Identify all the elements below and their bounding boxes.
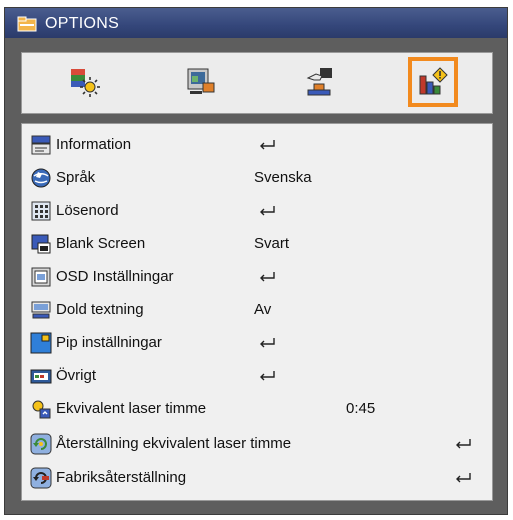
screen-picture-icon bbox=[187, 68, 215, 94]
menu-item-label: Blank Screen bbox=[56, 235, 146, 252]
menu-item-aterstallning-laser-timme[interactable]: Återställning ekvivalent laser timme bbox=[22, 429, 492, 459]
enter-icon bbox=[456, 473, 471, 483]
sun-picture-icon bbox=[71, 69, 100, 97]
display-settings-tab[interactable] bbox=[176, 57, 226, 107]
menu-item-value: Svenska bbox=[254, 169, 312, 186]
blank-screen-icon bbox=[31, 234, 51, 254]
title-bar: OPTIONS bbox=[5, 8, 507, 38]
menu-item-information[interactable]: Information bbox=[22, 130, 492, 160]
menu-item-label: Övrigt bbox=[56, 367, 97, 384]
hand-setup-icon bbox=[306, 68, 332, 96]
options-menu-window: OPTIONS Information Språk Svenska Löseno… bbox=[4, 7, 508, 515]
closed-caption-icon bbox=[31, 301, 51, 319]
globe-icon bbox=[31, 168, 51, 188]
enter-icon bbox=[260, 206, 275, 216]
menu-item-losenord[interactable]: Lösenord bbox=[22, 196, 492, 226]
page-title: OPTIONS bbox=[45, 15, 120, 32]
menu-item-blank-screen[interactable]: Blank Screen Svart bbox=[22, 229, 492, 259]
factory-reset-icon bbox=[30, 467, 52, 489]
other-settings-icon bbox=[30, 369, 52, 384]
reset-laser-icon bbox=[30, 433, 52, 455]
menu-item-ekvivalent-laser-timme: Ekvivalent laser timme 0:45 bbox=[22, 394, 492, 424]
enter-icon bbox=[260, 338, 275, 348]
osd-settings-icon bbox=[31, 267, 51, 287]
enter-icon bbox=[260, 371, 275, 381]
enter-icon bbox=[260, 272, 275, 282]
menu-item-label: OSD Inställningar bbox=[56, 268, 174, 285]
enter-icon bbox=[260, 140, 275, 150]
password-keypad-icon bbox=[31, 201, 51, 221]
options-folder-icon bbox=[17, 16, 37, 32]
menu-item-label: Lösenord bbox=[56, 202, 119, 219]
menu-item-label: Fabriksåterställning bbox=[56, 469, 187, 486]
menu-item-label: Pip inställningar bbox=[56, 334, 162, 351]
menu-item-value: Svart bbox=[254, 235, 290, 252]
menu-item-pip-installningar[interactable]: Pip inställningar bbox=[22, 328, 492, 358]
image-settings-tab[interactable] bbox=[60, 57, 110, 107]
setup-tab[interactable] bbox=[294, 57, 344, 107]
menu-item-label: Ekvivalent laser timme bbox=[56, 400, 207, 417]
laser-hour-icon bbox=[32, 400, 51, 419]
category-tab-bar bbox=[21, 52, 493, 114]
options-tab[interactable] bbox=[408, 57, 458, 107]
pip-icon bbox=[30, 332, 52, 354]
menu-item-osd-installningar[interactable]: OSD Inställningar bbox=[22, 262, 492, 292]
menu-item-sprak[interactable]: Språk Svenska bbox=[22, 163, 492, 193]
bar-chart-info-icon bbox=[419, 67, 448, 95]
menu-item-label: Återställning ekvivalent laser timme bbox=[56, 435, 292, 452]
enter-icon bbox=[456, 439, 471, 449]
menu-item-fabriksaterstallning[interactable]: Fabriksåterställning bbox=[22, 463, 492, 493]
menu-item-label: Information bbox=[56, 136, 132, 153]
menu-item-dold-textning[interactable]: Dold textning Av bbox=[22, 295, 492, 325]
menu-item-value: 0:45 bbox=[346, 400, 376, 417]
menu-item-ovrigt[interactable]: Övrigt bbox=[22, 361, 492, 391]
menu-item-label: Dold textning bbox=[56, 301, 144, 318]
menu-item-value: Av bbox=[254, 301, 272, 318]
osd-frame: OPTIONS Information Språk Svenska Löseno… bbox=[0, 0, 513, 520]
options-menu-list: Information Språk Svenska Lösenord Blank… bbox=[21, 123, 493, 501]
info-card-icon bbox=[31, 135, 51, 155]
menu-item-label: Språk bbox=[56, 169, 96, 186]
